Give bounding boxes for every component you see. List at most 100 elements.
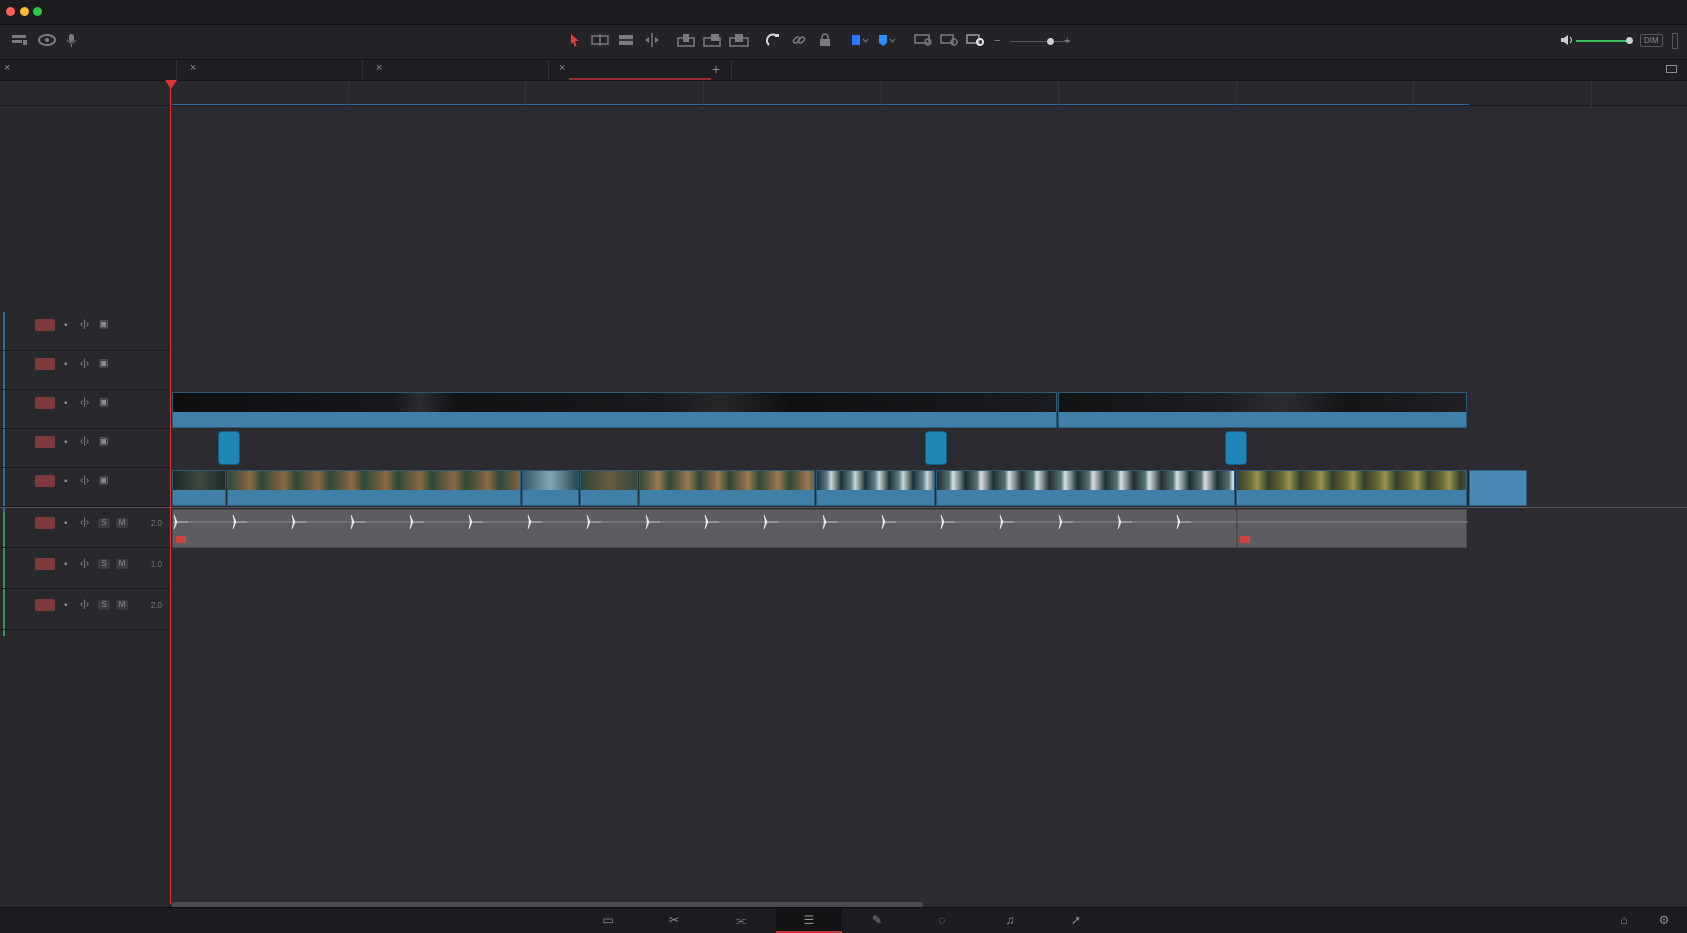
- track-color-swatch[interactable]: [35, 558, 55, 570]
- lock-icon[interactable]: ▪: [64, 518, 68, 529]
- track-color-swatch[interactable]: [35, 436, 55, 448]
- lock-icon[interactable]: ▪: [64, 559, 68, 570]
- video-track-header[interactable]: ▪ ‹|› ▣: [0, 312, 170, 351]
- transition-clip[interactable]: [1225, 431, 1247, 465]
- film-icon[interactable]: ▣: [99, 319, 108, 330]
- transition-clip[interactable]: [218, 431, 240, 465]
- audio-track-header[interactable]: ▪ ‹|› S M 1.0: [0, 548, 170, 589]
- auto-select-icon[interactable]: ‹|›: [80, 599, 89, 610]
- trim-edit-icon[interactable]: [591, 33, 609, 49]
- zoom-window-button[interactable]: [33, 7, 42, 16]
- volume-slider-knob[interactable]: [1626, 37, 1633, 44]
- auto-select-icon[interactable]: ‹|›: [80, 475, 89, 486]
- audio-clip[interactable]: [172, 509, 1468, 549]
- transition-clip[interactable]: [925, 431, 947, 465]
- track-color-swatch[interactable]: [35, 397, 55, 409]
- solo-button[interactable]: S: [98, 600, 110, 610]
- selection-arrow-icon[interactable]: [569, 33, 581, 49]
- speaker-icon[interactable]: [1560, 33, 1574, 49]
- zoom-slider-knob[interactable]: [1047, 38, 1054, 45]
- zoom-custom-icon[interactable]: [966, 33, 986, 49]
- mute-button[interactable]: M: [116, 559, 128, 569]
- film-icon[interactable]: ▣: [99, 358, 108, 369]
- track-color-swatch[interactable]: [35, 599, 55, 611]
- video-clip[interactable]: [172, 392, 1057, 428]
- voiceover-mic-icon[interactable]: [66, 33, 78, 49]
- film-icon[interactable]: ▣: [99, 397, 108, 408]
- solo-button[interactable]: S: [98, 559, 110, 569]
- timeline-view-options-icon[interactable]: [11, 33, 29, 49]
- audio-track-header[interactable]: ▪ ‹|› S M 2.0: [0, 589, 170, 630]
- video-track-header[interactable]: ▪ ‹|› ▣: [0, 429, 170, 468]
- video-clip[interactable]: [227, 470, 521, 506]
- timeline-tab[interactable]: ×: [372, 60, 549, 80]
- overlay-icon[interactable]: [38, 33, 56, 49]
- close-tab-icon[interactable]: ×: [4, 62, 10, 74]
- close-window-button[interactable]: [6, 7, 15, 16]
- timeline-tab-active[interactable]: ×: [555, 60, 732, 80]
- edit-page-icon[interactable]: ⫘: [721, 908, 761, 933]
- insert-clip-icon[interactable]: [677, 33, 695, 49]
- auto-select-icon[interactable]: ‹|›: [80, 436, 89, 447]
- lock-icon[interactable]: ▪: [64, 359, 68, 370]
- zoom-full-icon[interactable]: [914, 33, 934, 49]
- track-color-swatch[interactable]: [35, 475, 55, 487]
- auto-select-icon[interactable]: ‹|›: [80, 358, 89, 369]
- close-tab-icon[interactable]: ×: [559, 62, 565, 74]
- playhead[interactable]: [170, 82, 171, 904]
- color-page-icon[interactable]: ◌: [922, 908, 962, 933]
- add-tab-button[interactable]: +: [712, 61, 720, 77]
- video-clip[interactable]: [936, 470, 1235, 506]
- dynamic-trim-icon[interactable]: [618, 33, 634, 49]
- volume-slider[interactable]: [1576, 37, 1633, 44]
- replace-clip-icon[interactable]: [729, 33, 749, 49]
- lock-icon[interactable]: ▪: [64, 437, 68, 448]
- dim-button[interactable]: DIM: [1640, 34, 1663, 47]
- film-icon[interactable]: ▣: [99, 475, 108, 486]
- auto-select-icon[interactable]: ‹|›: [80, 517, 89, 528]
- video-track-header[interactable]: ▪ ‹|› ▣: [0, 468, 170, 507]
- auto-select-icon[interactable]: ‹|›: [80, 558, 89, 569]
- tab-list-icon[interactable]: [1666, 65, 1677, 73]
- lock-icon[interactable]: ▪: [64, 320, 68, 331]
- cut-page-icon[interactable]: ✂: [654, 908, 694, 933]
- video-clip[interactable]: [1236, 470, 1467, 506]
- track-color-swatch[interactable]: [35, 517, 55, 529]
- playhead-handle[interactable]: [165, 80, 177, 89]
- clip-marker[interactable]: [1240, 536, 1250, 543]
- timeline-area[interactable]: [0, 106, 1687, 906]
- snapping-icon[interactable]: [766, 33, 780, 49]
- home-icon[interactable]: ⌂: [1612, 908, 1636, 933]
- film-icon[interactable]: ▣: [99, 436, 108, 447]
- video-track-header[interactable]: ▪ ‹|› ▣: [0, 390, 170, 429]
- fairlight-page-icon[interactable]: ♫: [990, 908, 1030, 933]
- timeline-tab[interactable]: ×: [186, 60, 363, 80]
- track-color-swatch[interactable]: [35, 319, 55, 331]
- mute-button[interactable]: M: [116, 518, 128, 528]
- close-tab-icon[interactable]: ×: [376, 62, 382, 74]
- zoom-slider[interactable]: [1010, 38, 1070, 45]
- blade-icon[interactable]: [643, 33, 661, 49]
- timecode-ruler[interactable]: [0, 81, 1687, 106]
- video-clip[interactable]: [816, 470, 935, 506]
- settings-icon[interactable]: ⚙: [1652, 908, 1676, 933]
- meter-toggle-icon[interactable]: [1672, 33, 1678, 49]
- auto-select-icon[interactable]: ‹|›: [80, 319, 89, 330]
- auto-select-icon[interactable]: ‹|›: [80, 397, 89, 408]
- video-clip[interactable]: [522, 470, 579, 506]
- solo-button[interactable]: S: [98, 518, 110, 528]
- lock-icon[interactable]: ▪: [64, 600, 68, 611]
- lock-icon[interactable]: ▪: [64, 476, 68, 487]
- zoom-in-button[interactable]: +: [1064, 33, 1070, 49]
- track-color-swatch[interactable]: [35, 358, 55, 370]
- deliver-page-icon[interactable]: ➚: [1056, 908, 1096, 933]
- fusion-page-icon[interactable]: ✎: [857, 908, 897, 933]
- media-page-icon[interactable]: ▭: [588, 908, 628, 933]
- mute-button[interactable]: M: [116, 600, 128, 610]
- video-clip[interactable]: [172, 470, 226, 506]
- position-lock-icon[interactable]: [819, 33, 831, 49]
- video-clip[interactable]: [1058, 392, 1467, 428]
- audio-track-header[interactable]: ▪ ‹|› S M 2.0: [0, 507, 170, 548]
- flag-icon[interactable]: [851, 33, 869, 49]
- timeline-tab[interactable]: ×: [0, 60, 177, 80]
